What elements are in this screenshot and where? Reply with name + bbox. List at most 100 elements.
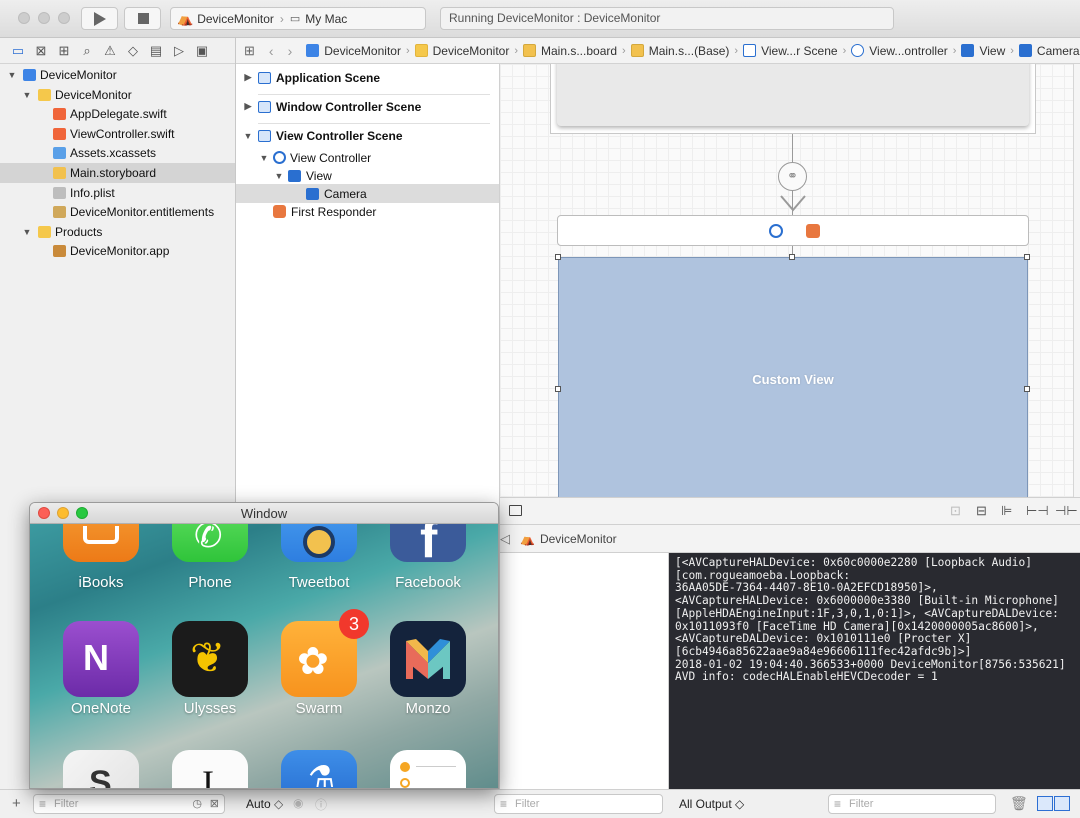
breadcrumb-item[interactable]: View...r Scene (743, 44, 838, 58)
forward-arrow-icon[interactable]: › (288, 43, 293, 59)
zoom-window-button[interactable] (76, 507, 88, 519)
ios-home-screen[interactable]: ✆ f iBooks Phone Tweetbot Facebook N ❦ ✿… (30, 524, 498, 788)
navigator-item[interactable]: DeviceMonitor.app (0, 241, 235, 261)
console-filter-field[interactable]: Filter (828, 794, 996, 814)
debug-process-name[interactable]: DeviceMonitor (540, 532, 617, 546)
breadcrumb-item[interactable]: DeviceMonitor (306, 44, 401, 58)
pin-icon[interactable]: ⊢⊣ (1026, 503, 1049, 519)
update-frames-icon[interactable]: ⊡ (950, 503, 961, 519)
disclosure-right-icon[interactable]: ▶ (242, 72, 254, 83)
segue-relationship-icon[interactable]: ⚭ (778, 162, 807, 191)
related-items-icon[interactable]: ⊞ (244, 43, 255, 59)
facebook-app-icon[interactable]: f (390, 524, 466, 569)
simulator-window[interactable]: Window ✆ f iBooks Phone Tweetbot Faceboo… (29, 502, 499, 789)
phone-app-icon[interactable]: ✆ (172, 524, 248, 562)
test-icon[interactable]: ◇ (125, 43, 141, 58)
run-button[interactable] (81, 7, 118, 30)
ibooks-app-icon[interactable] (63, 524, 139, 562)
first-responder-dock-icon[interactable] (806, 224, 820, 238)
minimize-window-button[interactable] (57, 507, 69, 519)
outline-toggle-icon[interactable] (509, 505, 522, 516)
navigator-filter-field[interactable]: Filter ◷ ⊠ (33, 794, 225, 814)
breadcrumb-item[interactable]: Main.s...board (523, 44, 617, 58)
show-variables-icon[interactable] (1037, 796, 1053, 811)
tweetbot-app-icon[interactable] (281, 524, 357, 562)
breadcrumb-item[interactable]: View (961, 44, 1005, 58)
step-icon[interactable]: ◁ (500, 531, 510, 547)
disclosure-down-icon[interactable]: ▼ (6, 70, 18, 80)
outline-window-controller-scene[interactable]: ▶ Window Controller Scene (236, 97, 499, 116)
disclosure-right-icon[interactable]: ▶ (242, 101, 254, 112)
testflight-app-icon[interactable]: ⚗ (281, 750, 357, 788)
zoom-window-button[interactable] (58, 12, 70, 24)
resize-handle[interactable] (789, 254, 795, 260)
breakpoint-icon[interactable]: ▷ (171, 43, 187, 58)
outline-view-controller-scene[interactable]: ▼ View Controller Scene (236, 126, 499, 145)
resize-handle[interactable] (555, 386, 561, 392)
navigator-item[interactable]: ▼ DeviceMonitor (0, 85, 235, 105)
breadcrumb-item[interactable]: Main.s...(Base) (630, 44, 729, 58)
disclosure-down-icon[interactable]: ▼ (21, 227, 33, 237)
recent-files-icon[interactable]: ◷ (192, 795, 202, 813)
stack-icon[interactable]: ⊟ (976, 503, 987, 519)
show-console-icon[interactable] (1054, 796, 1070, 811)
auto-selector[interactable]: Auto ◇ (246, 797, 283, 811)
scene-dock[interactable] (557, 215, 1029, 246)
warning-icon[interactable]: ⚠ (102, 43, 118, 58)
navigator-item[interactable]: DeviceMonitor.entitlements (0, 202, 235, 222)
ulysses-app-icon[interactable]: ❦ (172, 621, 248, 697)
search-icon[interactable]: ⌕ (79, 43, 95, 58)
navigator-item[interactable]: Main.storyboard (0, 163, 235, 183)
breadcrumb-item[interactable]: DeviceMonitor (414, 44, 509, 58)
outline-camera[interactable]: Camera (236, 184, 499, 203)
slack-app-icon[interactable]: S (63, 750, 139, 788)
disclosure-down-icon[interactable]: ▼ (258, 153, 270, 163)
disclosure-down-icon[interactable]: ▼ (242, 131, 254, 141)
console-output[interactable]: [<AVCaptureHALDevice: 0x60c0000e2280 [Lo… (669, 553, 1080, 789)
close-window-button[interactable] (18, 12, 30, 24)
eye-icon[interactable]: ◉ (293, 796, 303, 810)
scheme-selector[interactable]: ⛺ DeviceMonitor › ▭ My Mac (170, 7, 426, 30)
view-controller-dock-icon[interactable] (769, 224, 783, 238)
navigator-item[interactable]: Assets.xcassets (0, 143, 235, 163)
folder-navigator-icon[interactable]: ▭ (10, 43, 26, 58)
breadcrumb-item[interactable]: Camera (1018, 44, 1080, 58)
outline-view-controller[interactable]: ▼ View Controller (236, 148, 499, 167)
align-icon[interactable]: ⊫ (1001, 503, 1012, 519)
symbol-navigator-icon[interactable]: ⊞ (56, 43, 72, 58)
simulator-titlebar[interactable]: Window (30, 503, 498, 524)
back-arrow-icon[interactable]: ‹ (269, 43, 274, 59)
storyboard-canvas[interactable]: ⚭ Custom View (500, 64, 1080, 497)
add-icon[interactable]: + (12, 795, 21, 812)
close-window-button[interactable] (38, 507, 50, 519)
disclosure-down-icon[interactable]: ▼ (21, 90, 33, 100)
resolve-issues-icon[interactable]: ⊣⊢ (1055, 503, 1078, 519)
outline-first-responder[interactable]: First Responder (236, 202, 499, 221)
resize-handle[interactable] (555, 254, 561, 260)
instapaper-app-icon[interactable]: I (172, 750, 248, 788)
reminders-app-icon[interactable] (390, 750, 466, 788)
breadcrumb-item[interactable]: View...ontroller (851, 44, 948, 58)
source-control-icon[interactable]: ⊠ (33, 43, 49, 58)
onenote-app-icon[interactable]: N (63, 621, 139, 697)
variables-filter-field[interactable]: Filter (494, 794, 663, 814)
navigator-item[interactable]: ViewController.swift (0, 124, 235, 144)
outline-application-scene[interactable]: ▶ Application Scene (236, 68, 499, 87)
resize-handle[interactable] (1024, 254, 1030, 260)
info-icon[interactable]: ⓘ (315, 796, 327, 813)
navigator-item[interactable]: Info.plist (0, 183, 235, 203)
outline-view[interactable]: ▼ View (236, 166, 499, 185)
report-icon[interactable]: ▣ (194, 43, 210, 58)
resize-handle[interactable] (1024, 386, 1030, 392)
minimize-window-button[interactable] (38, 12, 50, 24)
monzo-app-icon[interactable] (390, 621, 466, 697)
output-selector[interactable]: All Output ◇ (679, 797, 744, 811)
navigator-item[interactable]: ▼ DeviceMonitor (0, 65, 235, 85)
stop-button[interactable] (124, 7, 161, 30)
scm-filter-icon[interactable]: ⊠ (210, 795, 219, 813)
navigator-item[interactable]: ▼ Products (0, 222, 235, 242)
navigator-item[interactable]: AppDelegate.swift (0, 104, 235, 124)
disclosure-down-icon[interactable]: ▼ (273, 171, 285, 181)
trash-icon[interactable]: 🗑 (1010, 795, 1028, 812)
debug-navigator-icon[interactable]: ▤ (148, 43, 164, 58)
